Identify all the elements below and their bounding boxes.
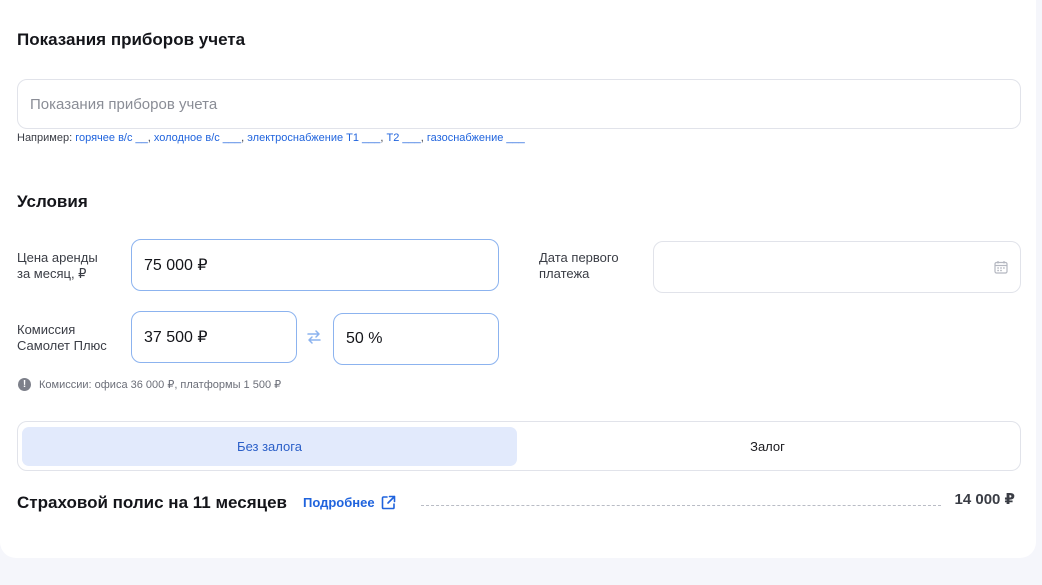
- more-link-label: Подробнее: [303, 495, 375, 510]
- commission-percent-field[interactable]: 50 %: [333, 313, 499, 365]
- first-payment-label-line1: Дата первого: [539, 250, 619, 265]
- conditions-section-title: Условия: [17, 192, 88, 211]
- hint-link-electricity-t1[interactable]: электроснабжение Т1 ___: [247, 132, 380, 144]
- calendar-icon[interactable]: [994, 260, 1008, 274]
- commission-info-text: Комиссии: офиса 36 000 ₽, платформы 1 50…: [39, 379, 282, 391]
- hint-link-gas[interactable]: газоснабжение ___: [427, 132, 525, 144]
- swap-arrows-icon[interactable]: [306, 329, 322, 345]
- dotted-leader: [421, 505, 941, 506]
- commission-label: Комиссия Самолет Плюс: [17, 322, 107, 354]
- commission-amount-field[interactable]: 37 500 ₽: [131, 311, 297, 363]
- first-payment-date-field[interactable]: [653, 241, 1021, 293]
- insurance-more-link[interactable]: Подробнее: [303, 495, 396, 510]
- hint-link-hot-water[interactable]: горячее в/с __: [75, 132, 148, 144]
- rent-label: Цена аренды за месяц, ₽: [17, 250, 98, 282]
- commission-label-line2: Самолет Плюс: [17, 338, 107, 353]
- commission-amount-value: 37 500 ₽: [144, 329, 208, 346]
- hint-link-cold-water[interactable]: холодное в/с ___: [154, 132, 241, 144]
- form-card: Показания приборов учета Например: горяч…: [0, 0, 1036, 558]
- rent-price-field[interactable]: 75 000 ₽: [131, 239, 499, 291]
- deposit-toggle: Без залога Залог: [17, 421, 1021, 471]
- meters-readings-input[interactable]: [17, 79, 1021, 129]
- hint-link-electricity-t2[interactable]: Т2 ___: [387, 132, 421, 144]
- first-payment-label: Дата первого платежа: [539, 250, 619, 282]
- deposit-option[interactable]: Залог: [519, 427, 1016, 466]
- rent-label-line1: Цена аренды: [17, 250, 98, 265]
- commission-percent-value: 50 %: [346, 330, 383, 347]
- first-payment-label-line2: платежа: [539, 266, 590, 281]
- rent-price-value: 75 000 ₽: [144, 257, 208, 274]
- meters-hint: Например: горячее в/с __, холодное в/с _…: [17, 132, 525, 144]
- rent-label-line2: за месяц, ₽: [17, 266, 87, 281]
- commission-label-line1: Комиссия: [17, 322, 76, 337]
- insurance-title: Страховой полис на 11 месяцев: [17, 493, 287, 512]
- no-deposit-option[interactable]: Без залога: [22, 427, 517, 466]
- meters-section-title: Показания приборов учета: [17, 30, 246, 49]
- insurance-price: 14 000 ₽: [954, 491, 1015, 508]
- external-link-icon: [381, 495, 396, 510]
- hint-prefix: Например:: [17, 132, 73, 144]
- info-icon: !: [18, 378, 31, 391]
